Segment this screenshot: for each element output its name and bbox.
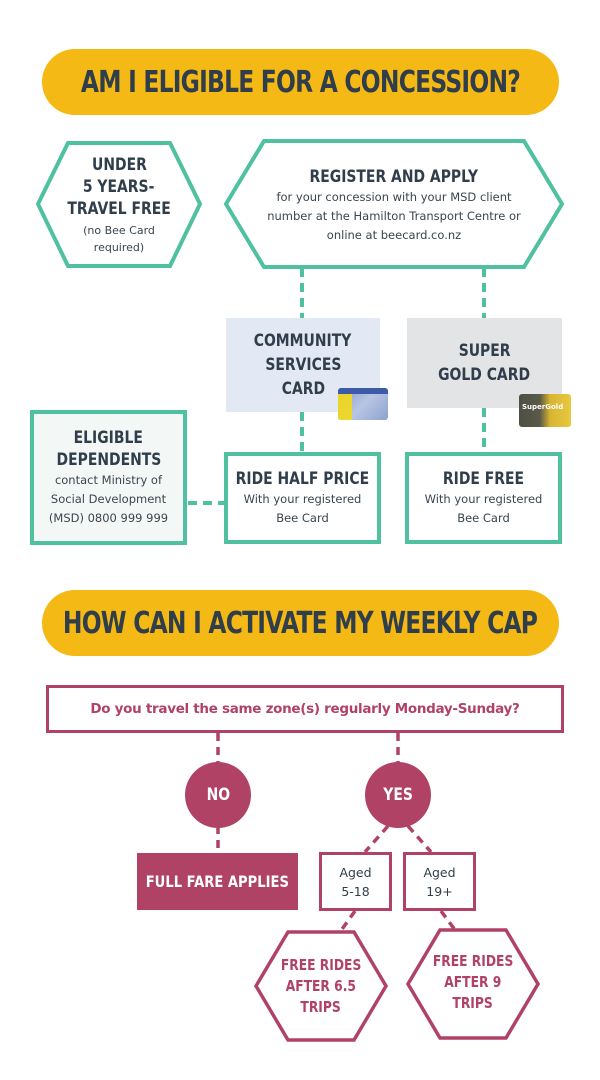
connector-young-free bbox=[338, 909, 357, 934]
eligible-dependents-box: ELIGIBLE DEPENDENTS contact Ministry of … bbox=[30, 410, 187, 545]
full-fare-box: FULL FARE APPLIES bbox=[137, 853, 298, 910]
free-adult-line2: AFTER 9 bbox=[444, 972, 502, 991]
aged-adult-box: Aged 19+ bbox=[403, 852, 476, 911]
gold-line2: GOLD CARD bbox=[438, 365, 531, 385]
no-label-wrap: NO bbox=[185, 762, 251, 828]
supergold-card-image: SuperGold bbox=[519, 394, 571, 427]
community-services-card-image bbox=[338, 388, 388, 420]
register-line2: number at the Hamilton Transport Centre … bbox=[267, 208, 521, 223]
no-label: NO bbox=[206, 785, 230, 805]
ride-free-text2: Bee Card bbox=[457, 511, 510, 525]
free-young-box: FREE RIDES AFTER 6.5 TRIPS bbox=[262, 935, 380, 1037]
register-line3: online at beecard.co.nz bbox=[326, 227, 462, 242]
half-price-title: RIDE HALF PRICE bbox=[235, 469, 370, 489]
community-line3: CARD bbox=[281, 379, 325, 399]
question-box: Do you travel the same zone(s) regularly… bbox=[46, 685, 564, 733]
ride-half-price-box: RIDE HALF PRICE With your registered Bee… bbox=[224, 452, 381, 544]
connector-yes-adult bbox=[406, 824, 433, 854]
connector-adult-free bbox=[439, 909, 457, 932]
dependents-text3: (MSD) 0800 999 999 bbox=[48, 511, 169, 525]
half-price-text2: Bee Card bbox=[276, 511, 329, 525]
register-box: REGISTER AND APPLY for your concession w… bbox=[232, 150, 556, 260]
question-text: Do you travel the same zone(s) regularly… bbox=[90, 701, 520, 717]
free-young-line1: FREE RIDES bbox=[280, 955, 362, 974]
under5-line3: TRAVEL FREE bbox=[67, 199, 171, 219]
gold-line1: SUPER bbox=[458, 341, 511, 361]
weekly-cap-title: HOW CAN I ACTIVATE MY WEEKLY CAP bbox=[63, 605, 538, 641]
dependents-line2: DEPENDENTS bbox=[56, 450, 161, 470]
dependents-text1: contact Ministry of bbox=[54, 473, 163, 487]
free-adult-box: FREE RIDES AFTER 9 TRIPS bbox=[414, 931, 532, 1033]
under5-note2: required) bbox=[93, 241, 145, 254]
under5-line1: UNDER bbox=[91, 155, 147, 175]
yes-label-wrap: YES bbox=[365, 762, 431, 828]
under5-line2: 5 YEARS- bbox=[83, 177, 155, 197]
aged-adult-line2: 19+ bbox=[426, 883, 453, 899]
aged-young-box: Aged 5-18 bbox=[319, 852, 392, 911]
weekly-cap-title-banner: HOW CAN I ACTIVATE MY WEEKLY CAP bbox=[42, 590, 559, 656]
free-young-line3: TRIPS bbox=[300, 997, 342, 1016]
aged-adult-line1: Aged bbox=[423, 864, 456, 880]
dependents-text2: Social Development bbox=[50, 492, 167, 506]
ride-free-box: RIDE FREE With your registered Bee Card bbox=[405, 452, 562, 544]
aged-young-line2: 5-18 bbox=[341, 883, 370, 899]
dependents-line1: ELIGIBLE bbox=[73, 428, 144, 448]
ride-free-title: RIDE FREE bbox=[442, 469, 525, 489]
supergold-card-text: SuperGold bbox=[522, 403, 564, 411]
concession-title: AM I ELIGIBLE FOR A CONCESSION? bbox=[80, 64, 521, 100]
yes-label: YES bbox=[383, 785, 413, 805]
ride-free-text1: With your registered bbox=[424, 492, 543, 506]
full-fare-label: FULL FARE APPLIES bbox=[145, 872, 290, 891]
aged-young-line1: Aged bbox=[339, 864, 372, 880]
free-young-line2: AFTER 6.5 bbox=[285, 976, 357, 995]
free-adult-line3: TRIPS bbox=[452, 993, 494, 1012]
under5-box: UNDER 5 YEARS- TRAVEL FREE (no Bee Card … bbox=[40, 145, 198, 265]
community-line1: COMMUNITY bbox=[254, 331, 352, 351]
free-adult-line1: FREE RIDES bbox=[432, 951, 514, 970]
register-line1: for your concession with your MSD client bbox=[276, 189, 512, 204]
under5-note1: (no Bee Card bbox=[83, 224, 155, 237]
community-line2: SERVICES bbox=[264, 355, 342, 375]
connector-yes-young bbox=[363, 824, 390, 854]
register-title: REGISTER AND APPLY bbox=[309, 166, 479, 187]
half-price-text1: With your registered bbox=[243, 492, 362, 506]
concession-title-banner: AM I ELIGIBLE FOR A CONCESSION? bbox=[42, 49, 559, 115]
